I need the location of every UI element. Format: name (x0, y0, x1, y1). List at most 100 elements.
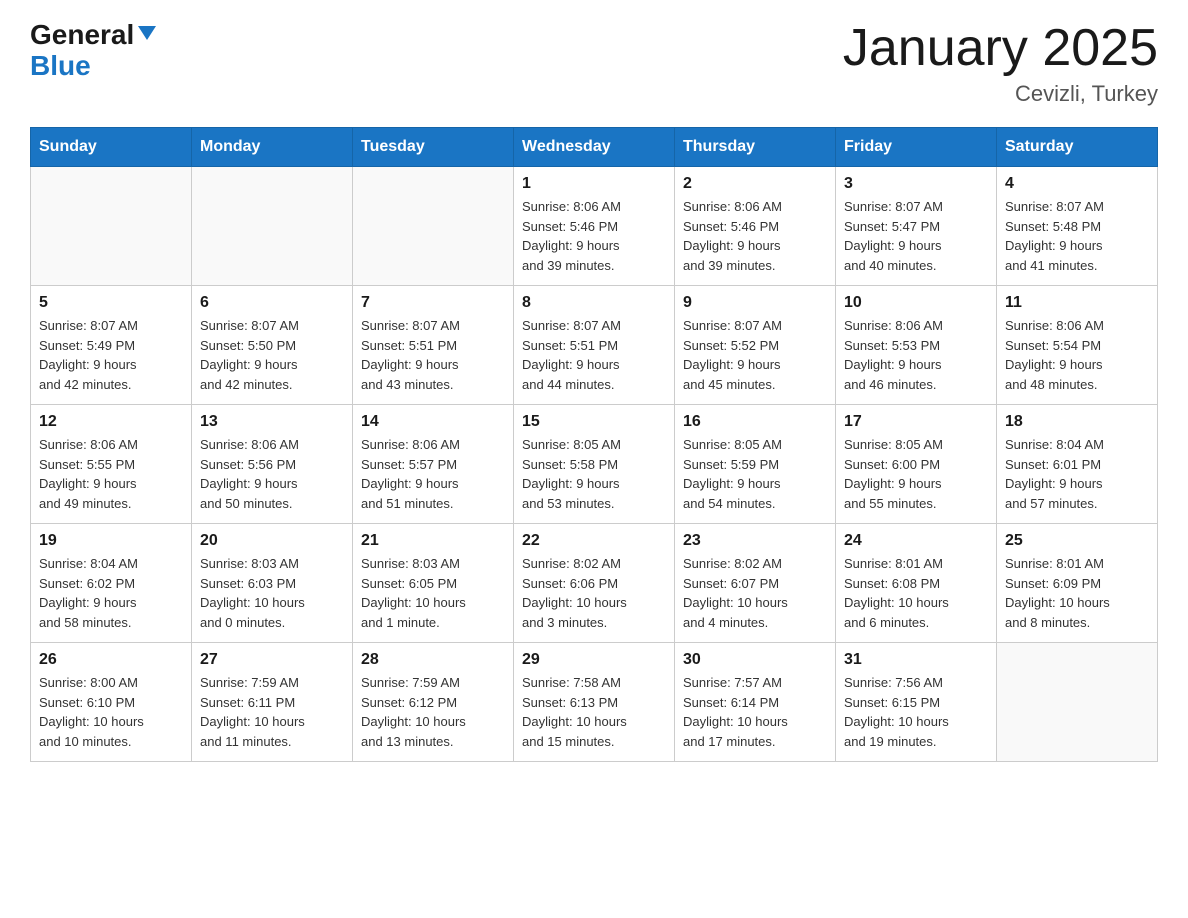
day-cell: 20 Sunrise: 8:03 AMSunset: 6:03 PMDayligh… (192, 524, 353, 643)
day-number: 19 (39, 532, 183, 550)
day-cell: 3Sunrise: 8:07 AMSunset: 5:47 PMDaylight… (836, 167, 997, 286)
day-cell: 10 Sunrise: 8:06 AMSunset: 5:53 PMDayligh… (836, 286, 997, 405)
day-info: Sunrise: 8:02 AMSunset: 6:06 PMDaylight:… (522, 554, 666, 632)
day-info: Sunrise: 8:04 AMSunset: 6:01 PMDaylight:… (1005, 435, 1149, 513)
day-number: 30 (683, 651, 827, 669)
logo: General Blue (30, 20, 158, 82)
logo-blue-text: Blue (30, 51, 91, 82)
day-number: 15 (522, 413, 666, 431)
day-number: 14 (361, 413, 505, 431)
week-row-4: 19 Sunrise: 8:04 AMSunset: 6:02 PMDayligh… (31, 524, 1158, 643)
day-cell: 9 Sunrise: 8:07 AMSunset: 5:52 PMDaylight… (675, 286, 836, 405)
week-row-1: 1Sunrise: 8:06 AMSunset: 5:46 PMDaylight… (31, 167, 1158, 286)
day-number: 25 (1005, 532, 1149, 550)
day-info: Sunrise: 8:01 AMSunset: 6:09 PMDaylight:… (1005, 554, 1149, 632)
day-info: Sunrise: 8:05 AMSunset: 5:58 PMDaylight:… (522, 435, 666, 513)
day-number: 31 (844, 651, 988, 669)
day-cell: 21 Sunrise: 8:03 AMSunset: 6:05 PMDayligh… (353, 524, 514, 643)
day-info: Sunrise: 8:07 AMSunset: 5:50 PMDaylight:… (200, 316, 344, 394)
day-cell: 8 Sunrise: 8:07 AMSunset: 5:51 PMDaylight… (514, 286, 675, 405)
day-info: Sunrise: 8:06 AMSunset: 5:46 PMDaylight:… (683, 197, 827, 275)
day-cell: 18 Sunrise: 8:04 AMSunset: 6:01 PMDayligh… (997, 405, 1158, 524)
day-cell: 6Sunrise: 8:07 AMSunset: 5:50 PMDaylight… (192, 286, 353, 405)
calendar-title: January 2025 (843, 20, 1158, 77)
day-cell: 25 Sunrise: 8:01 AMSunset: 6:09 PMDayligh… (997, 524, 1158, 643)
day-info: Sunrise: 8:07 AMSunset: 5:48 PMDaylight:… (1005, 197, 1149, 275)
day-cell: 15 Sunrise: 8:05 AMSunset: 5:58 PMDayligh… (514, 405, 675, 524)
header-cell-monday: Monday (192, 128, 353, 167)
day-cell: 19 Sunrise: 8:04 AMSunset: 6:02 PMDayligh… (31, 524, 192, 643)
day-cell: 16 Sunrise: 8:05 AMSunset: 5:59 PMDayligh… (675, 405, 836, 524)
day-cell: 11 Sunrise: 8:06 AMSunset: 5:54 PMDayligh… (997, 286, 1158, 405)
page-header: General Blue January 2025 Cevizli, Turke… (30, 20, 1158, 107)
day-info: Sunrise: 8:07 AMSunset: 5:51 PMDaylight:… (361, 316, 505, 394)
day-info: Sunrise: 8:04 AMSunset: 6:02 PMDaylight:… (39, 554, 183, 632)
header-cell-sunday: Sunday (31, 128, 192, 167)
day-info: Sunrise: 8:06 AMSunset: 5:55 PMDaylight:… (39, 435, 183, 513)
day-number: 8 (522, 294, 666, 312)
day-info: Sunrise: 8:05 AMSunset: 5:59 PMDaylight:… (683, 435, 827, 513)
header-cell-wednesday: Wednesday (514, 128, 675, 167)
day-cell: 29 Sunrise: 7:58 AMSunset: 6:13 PMDayligh… (514, 643, 675, 762)
header-cell-saturday: Saturday (997, 128, 1158, 167)
day-number: 27 (200, 651, 344, 669)
day-number: 18 (1005, 413, 1149, 431)
day-number: 26 (39, 651, 183, 669)
day-info: Sunrise: 7:57 AMSunset: 6:14 PMDaylight:… (683, 673, 827, 751)
day-number: 12 (39, 413, 183, 431)
day-number: 7 (361, 294, 505, 312)
day-number: 23 (683, 532, 827, 550)
logo-triangle-icon (136, 22, 158, 44)
day-info: Sunrise: 8:07 AMSunset: 5:51 PMDaylight:… (522, 316, 666, 394)
logo-text: General (30, 20, 134, 51)
day-number: 28 (361, 651, 505, 669)
day-info: Sunrise: 8:01 AMSunset: 6:08 PMDaylight:… (844, 554, 988, 632)
day-cell: 17Sunrise: 8:05 AMSunset: 6:00 PMDayligh… (836, 405, 997, 524)
day-number: 3 (844, 175, 988, 193)
day-number: 22 (522, 532, 666, 550)
day-info: Sunrise: 8:07 AMSunset: 5:52 PMDaylight:… (683, 316, 827, 394)
day-number: 29 (522, 651, 666, 669)
week-row-3: 12 Sunrise: 8:06 AMSunset: 5:55 PMDayligh… (31, 405, 1158, 524)
day-info: Sunrise: 7:58 AMSunset: 6:13 PMDaylight:… (522, 673, 666, 751)
day-cell: 23Sunrise: 8:02 AMSunset: 6:07 PMDayligh… (675, 524, 836, 643)
day-info: Sunrise: 8:06 AMSunset: 5:54 PMDaylight:… (1005, 316, 1149, 394)
day-cell: 22 Sunrise: 8:02 AMSunset: 6:06 PMDayligh… (514, 524, 675, 643)
day-info: Sunrise: 8:06 AMSunset: 5:57 PMDaylight:… (361, 435, 505, 513)
title-section: January 2025 Cevizli, Turkey (843, 20, 1158, 107)
day-info: Sunrise: 8:07 AMSunset: 5:49 PMDaylight:… (39, 316, 183, 394)
day-cell: 13Sunrise: 8:06 AMSunset: 5:56 PMDayligh… (192, 405, 353, 524)
day-number: 10 (844, 294, 988, 312)
day-info: Sunrise: 7:56 AMSunset: 6:15 PMDaylight:… (844, 673, 988, 751)
day-info: Sunrise: 8:03 AMSunset: 6:03 PMDaylight:… (200, 554, 344, 632)
day-info: Sunrise: 8:03 AMSunset: 6:05 PMDaylight:… (361, 554, 505, 632)
day-cell: 12 Sunrise: 8:06 AMSunset: 5:55 PMDayligh… (31, 405, 192, 524)
day-cell: 5 Sunrise: 8:07 AMSunset: 5:49 PMDaylight… (31, 286, 192, 405)
day-cell (997, 643, 1158, 762)
day-cell: 24Sunrise: 8:01 AMSunset: 6:08 PMDayligh… (836, 524, 997, 643)
day-cell: 26 Sunrise: 8:00 AMSunset: 6:10 PMDayligh… (31, 643, 192, 762)
day-info: Sunrise: 7:59 AMSunset: 6:11 PMDaylight:… (200, 673, 344, 751)
day-info: Sunrise: 8:00 AMSunset: 6:10 PMDaylight:… (39, 673, 183, 751)
day-number: 5 (39, 294, 183, 312)
day-number: 21 (361, 532, 505, 550)
week-row-2: 5 Sunrise: 8:07 AMSunset: 5:49 PMDaylight… (31, 286, 1158, 405)
day-number: 11 (1005, 294, 1149, 312)
day-cell: 30 Sunrise: 7:57 AMSunset: 6:14 PMDayligh… (675, 643, 836, 762)
day-number: 16 (683, 413, 827, 431)
day-info: Sunrise: 8:06 AMSunset: 5:46 PMDaylight:… (522, 197, 666, 275)
header-cell-tuesday: Tuesday (353, 128, 514, 167)
day-number: 9 (683, 294, 827, 312)
header-cell-friday: Friday (836, 128, 997, 167)
day-cell: 7 Sunrise: 8:07 AMSunset: 5:51 PMDaylight… (353, 286, 514, 405)
calendar-subtitle: Cevizli, Turkey (843, 81, 1158, 107)
day-cell: 4Sunrise: 8:07 AMSunset: 5:48 PMDaylight… (997, 167, 1158, 286)
header-cell-thursday: Thursday (675, 128, 836, 167)
day-cell: 27 Sunrise: 7:59 AMSunset: 6:11 PMDayligh… (192, 643, 353, 762)
day-info: Sunrise: 8:06 AMSunset: 5:53 PMDaylight:… (844, 316, 988, 394)
day-cell: 1Sunrise: 8:06 AMSunset: 5:46 PMDaylight… (514, 167, 675, 286)
day-info: Sunrise: 8:06 AMSunset: 5:56 PMDaylight:… (200, 435, 344, 513)
day-number: 17 (844, 413, 988, 431)
day-cell: 2Sunrise: 8:06 AMSunset: 5:46 PMDaylight… (675, 167, 836, 286)
day-number: 20 (200, 532, 344, 550)
